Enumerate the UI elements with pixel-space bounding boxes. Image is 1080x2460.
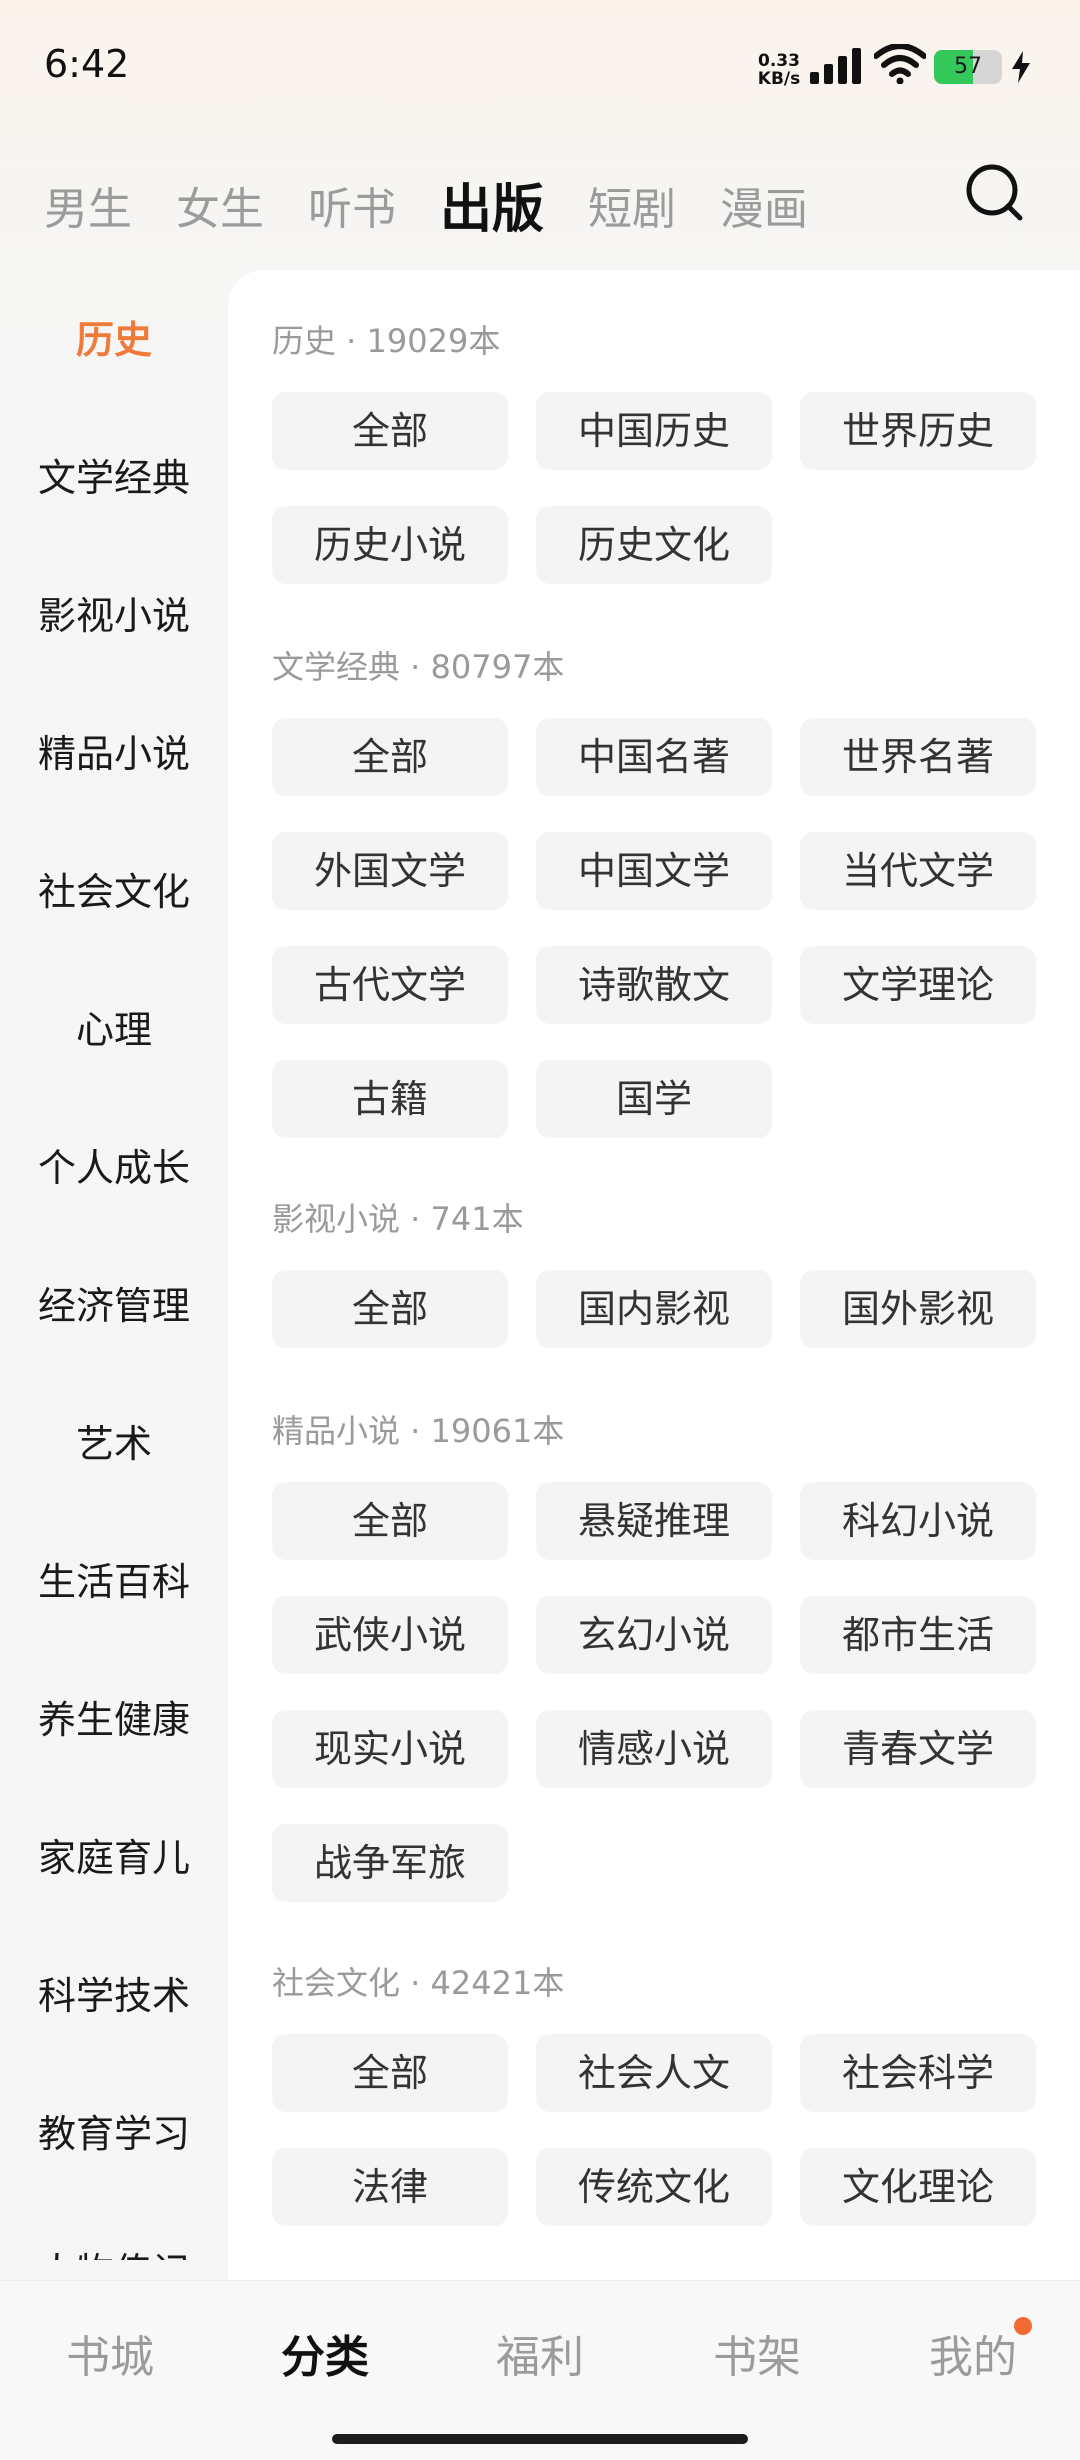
chip-cultural-theory[interactable]: 文化理论: [800, 2148, 1036, 2226]
chip-ancient-books[interactable]: 古籍: [272, 1060, 508, 1138]
chip-historical-culture[interactable]: 历史文化: [536, 506, 772, 584]
chip-social-all[interactable]: 全部: [272, 2034, 508, 2112]
chip-fantasy[interactable]: 玄幻小说: [536, 1596, 772, 1674]
chip-sinology[interactable]: 国学: [536, 1060, 772, 1138]
chip-humanities[interactable]: 社会人文: [536, 2034, 772, 2112]
chip-literary-theory[interactable]: 文学理论: [800, 946, 1036, 1024]
wifi-icon: [874, 44, 926, 84]
sidebar-item-education[interactable]: 教育学习: [0, 2094, 228, 2174]
sidebar-item-art[interactable]: 艺术: [0, 1404, 228, 1484]
section-title-history: 历史 · 19029本: [272, 322, 501, 360]
chip-realistic-fiction[interactable]: 现实小说: [272, 1710, 508, 1788]
chip-ancient-literature[interactable]: 古代文学: [272, 946, 508, 1024]
battery-indicator: 57: [934, 50, 1002, 84]
sidebar-item-lifestyle[interactable]: 生活百科: [0, 1542, 228, 1622]
chip-youth-literature[interactable]: 青春文学: [800, 1710, 1036, 1788]
sidebar-item-social-culture[interactable]: 社会文化: [0, 852, 228, 932]
chip-world-classics[interactable]: 世界名著: [800, 718, 1036, 796]
section-title-literature: 文学经典 · 80797本: [272, 648, 565, 686]
nav-category[interactable]: 分类: [245, 2321, 405, 2385]
status-bar: 6:42 0.33 KB/s 57: [0, 0, 1080, 140]
chip-film-all[interactable]: 全部: [272, 1270, 508, 1348]
tab-male[interactable]: 男生: [44, 180, 132, 240]
tab-comics[interactable]: 漫画: [720, 180, 808, 240]
tab-short-drama[interactable]: 短剧: [588, 180, 676, 240]
network-speed: 0.33 KB/s: [752, 52, 806, 88]
sidebar-item-premium-novels[interactable]: 精品小说: [0, 714, 228, 794]
chip-romance[interactable]: 情感小说: [536, 1710, 772, 1788]
network-speed-unit: KB/s: [757, 69, 801, 89]
top-tabs: 男生 女生 听书 出版 短剧 漫画: [44, 160, 852, 240]
section-title-film-novels: 影视小说 · 741本: [272, 1200, 524, 1238]
chip-sci-fi[interactable]: 科幻小说: [800, 1482, 1036, 1560]
signal-icon: [810, 48, 861, 84]
nav-rewards[interactable]: 福利: [460, 2321, 620, 2385]
notification-dot: [1014, 2317, 1032, 2335]
chip-history-all[interactable]: 全部: [272, 392, 508, 470]
nav-bookshelf[interactable]: 书架: [677, 2321, 837, 2385]
chip-foreign-literature[interactable]: 外国文学: [272, 832, 508, 910]
charging-icon: [1012, 51, 1030, 83]
search-icon[interactable]: [962, 160, 1026, 224]
chip-chinese-classics[interactable]: 中国名著: [536, 718, 772, 796]
chip-novels-all[interactable]: 全部: [272, 1482, 508, 1560]
chip-domestic-film[interactable]: 国内影视: [536, 1270, 772, 1348]
chip-contemporary-literature[interactable]: 当代文学: [800, 832, 1036, 910]
tab-female[interactable]: 女生: [176, 180, 264, 240]
sidebar-item-psychology[interactable]: 心理: [0, 990, 228, 1070]
chip-chinese-literature[interactable]: 中国文学: [536, 832, 772, 910]
page: 6:42 0.33 KB/s 57 男生 女生 听书 出版 短剧 漫画 历史 文…: [0, 0, 1080, 2460]
sidebar-item-economics[interactable]: 经济管理: [0, 1266, 228, 1346]
chip-historical-novels[interactable]: 历史小说: [272, 506, 508, 584]
category-panel: 历史 · 19029本 全部 中国历史 世界历史 历史小说 历史文化 文学经典 …: [228, 270, 1080, 2280]
tab-publishing[interactable]: 出版: [440, 180, 544, 240]
sidebar-item-film-novels[interactable]: 影视小说: [0, 576, 228, 656]
section-title-social-culture: 社会文化 · 42421本: [272, 1964, 565, 2002]
section-title-premium-novels: 精品小说 · 19061本: [272, 1412, 565, 1450]
chip-world-history[interactable]: 世界历史: [800, 392, 1036, 470]
sidebar-item-science-tech[interactable]: 科学技术: [0, 1956, 228, 2036]
chip-law[interactable]: 法律: [272, 2148, 508, 2226]
sidebar-item-biography[interactable]: 人物传记: [0, 2232, 228, 2260]
chip-literature-all[interactable]: 全部: [272, 718, 508, 796]
battery-level: 57: [954, 54, 982, 79]
chip-poetry-prose[interactable]: 诗歌散文: [536, 946, 772, 1024]
bottom-nav: 书城 分类 福利 书架 我的: [0, 2280, 1080, 2460]
network-speed-value: 0.33: [758, 51, 800, 71]
chip-wuxia[interactable]: 武侠小说: [272, 1596, 508, 1674]
status-time: 6:42: [44, 42, 130, 86]
chip-social-science[interactable]: 社会科学: [800, 2034, 1036, 2112]
chip-traditional-culture[interactable]: 传统文化: [536, 2148, 772, 2226]
chip-chinese-history[interactable]: 中国历史: [536, 392, 772, 470]
sidebar-item-parenting[interactable]: 家庭育儿: [0, 1818, 228, 1898]
sidebar-item-literature-classics[interactable]: 文学经典: [0, 438, 228, 518]
tab-audiobook[interactable]: 听书: [308, 180, 396, 240]
nav-bookstore[interactable]: 书城: [30, 2321, 190, 2385]
sidebar-item-health[interactable]: 养生健康: [0, 1680, 228, 1760]
chip-foreign-film[interactable]: 国外影视: [800, 1270, 1036, 1348]
category-sidebar: 历史 文学经典 影视小说 精品小说 社会文化 心理 个人成长 经济管理 艺术 生…: [0, 270, 228, 2260]
chip-military[interactable]: 战争军旅: [272, 1824, 508, 1902]
home-indicator[interactable]: [332, 2434, 748, 2444]
chip-urban-life[interactable]: 都市生活: [800, 1596, 1036, 1674]
chip-mystery[interactable]: 悬疑推理: [536, 1482, 772, 1560]
sidebar-item-history[interactable]: 历史: [0, 300, 228, 380]
sidebar-item-personal-growth[interactable]: 个人成长: [0, 1128, 228, 1208]
